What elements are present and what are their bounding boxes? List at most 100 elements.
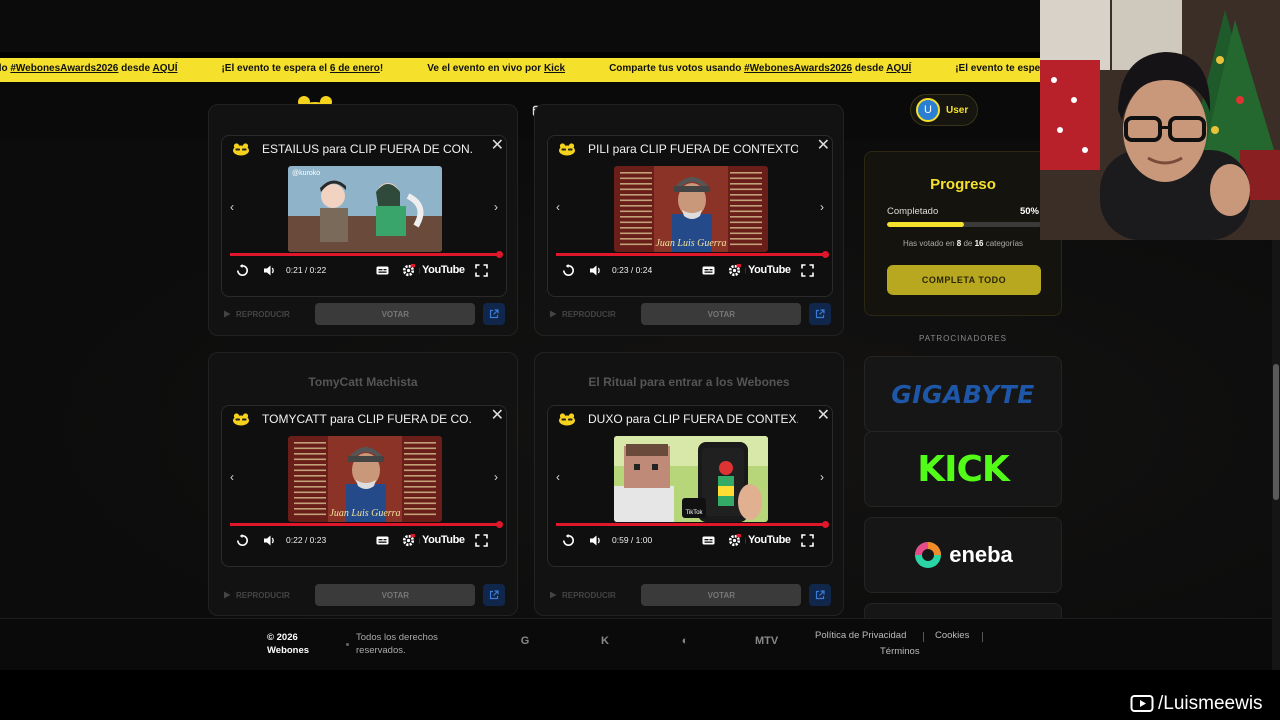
footer-copyright: © 2026 Webones	[267, 632, 310, 656]
play-icon	[550, 591, 557, 599]
replay-button[interactable]	[236, 263, 249, 277]
video-time: 0:59 / 1:00	[612, 535, 653, 545]
fullscreen-button[interactable]	[474, 263, 488, 277]
replay-button[interactable]	[562, 263, 575, 277]
subtitles-button[interactable]	[702, 264, 715, 277]
share-button[interactable]	[809, 303, 831, 325]
next-clip-button[interactable]: ›	[820, 470, 824, 484]
youtube-button[interactable]: YouTube	[419, 534, 475, 547]
next-clip-button[interactable]: ›	[494, 470, 498, 484]
previous-clip-button[interactable]: ‹	[556, 470, 560, 484]
progress-scrubber[interactable]	[496, 251, 503, 258]
video-progress-bar[interactable]	[556, 521, 829, 528]
vote-button[interactable]: VOTAR	[641, 303, 802, 325]
fullscreen-button[interactable]	[800, 263, 814, 277]
share-button[interactable]	[483, 584, 505, 606]
settings-button[interactable]	[402, 533, 415, 547]
footer-partner-icon[interactable]: G	[515, 635, 535, 647]
next-clip-button[interactable]: ›	[820, 200, 824, 214]
clip-player[interactable]: TOMYCATT para CLIP FUERA DE CO... ✕ ‹ Juan …	[221, 405, 507, 567]
sponsor-kick[interactable]: KICK	[864, 431, 1062, 507]
fullscreen-button[interactable]	[474, 533, 488, 547]
footer-partner-icon[interactable]: ◐	[675, 635, 695, 647]
previous-clip-button[interactable]: ‹	[556, 200, 560, 214]
close-player-button[interactable]: ✕	[817, 408, 830, 424]
vote-button[interactable]: VOTAR	[315, 303, 476, 325]
play-button[interactable]: REPRODUCIR	[549, 310, 633, 319]
settings-button[interactable]	[728, 263, 741, 277]
volume-button[interactable]	[263, 264, 276, 277]
clip-player[interactable]: PILI para CLIP FUERA DE CONTEXTO ✕ ‹ Juan L…	[547, 135, 833, 297]
ticker-link[interactable]: AQUÍ	[886, 63, 911, 74]
play-button[interactable]: REPRODUCIR	[223, 591, 307, 600]
video-progress-bar[interactable]	[230, 521, 503, 528]
replay-button[interactable]	[562, 533, 575, 547]
youtube-button[interactable]: YouTube	[745, 264, 801, 277]
fullscreen-button[interactable]	[800, 533, 814, 547]
replay-icon	[237, 263, 248, 276]
fullscreen-icon	[800, 533, 814, 547]
previous-clip-button[interactable]: ‹	[230, 470, 234, 484]
play-label: REPRODUCIR	[562, 309, 616, 319]
nominee-title: El Ritual para entrar a los Webones	[588, 375, 790, 389]
previous-clip-button[interactable]: ‹	[230, 200, 234, 214]
clip-player[interactable]: DUXO para CLIP FUERA DE CONTEX... ✕ ‹ TikTo…	[547, 405, 833, 567]
progress-bar-fill	[887, 222, 964, 227]
close-player-button[interactable]: ✕	[491, 408, 504, 424]
close-player-button[interactable]: ✕	[817, 138, 830, 154]
replay-button[interactable]	[236, 533, 249, 547]
cookies-link[interactable]: Cookies	[935, 630, 969, 641]
close-player-button[interactable]: ✕	[491, 138, 504, 154]
ticker-link[interactable]: #WebonesAwards2026	[744, 63, 852, 74]
video-progress-bar[interactable]	[230, 251, 503, 258]
subtitles-button[interactable]	[376, 264, 389, 277]
volume-button[interactable]	[589, 264, 602, 277]
play-button[interactable]: REPRODUCIR	[549, 591, 633, 600]
progress-scrubber[interactable]	[496, 521, 503, 528]
share-icon	[816, 590, 825, 600]
share-button[interactable]	[809, 584, 831, 606]
next-clip-button[interactable]: ›	[494, 200, 498, 214]
user-menu-button[interactable]: U User	[910, 94, 978, 126]
video-thumbnail[interactable]: @kuroko	[288, 166, 442, 252]
video-progress-bar[interactable]	[556, 251, 829, 258]
scrollbar-thumb[interactable]	[1273, 364, 1279, 500]
terms-link[interactable]: Términos	[880, 646, 920, 657]
sponsor-eneba[interactable]: eneba	[864, 517, 1062, 593]
settings-button[interactable]	[402, 263, 415, 277]
streamer-webcam	[1040, 0, 1280, 240]
video-thumbnail[interactable]: Juan Luis Guerra	[288, 436, 442, 522]
subtitles-button[interactable]	[702, 534, 715, 547]
youtube-button[interactable]: YouTube	[745, 534, 801, 547]
ticker-link[interactable]: Kick	[544, 63, 565, 74]
youtube-wordmark: YouTube	[746, 534, 791, 546]
sponsor-next[interactable]	[864, 603, 1062, 618]
ticker-link[interactable]: AQUÍ	[152, 63, 177, 74]
volume-button[interactable]	[263, 534, 276, 547]
footer-partner-icon[interactable]: MTV	[755, 635, 778, 647]
player-header: ESTAILUS para CLIP FUERA DE CON...	[232, 140, 498, 158]
subtitles-button[interactable]	[376, 534, 389, 547]
play-button[interactable]: REPRODUCIR	[223, 310, 307, 319]
volume-button[interactable]	[589, 534, 602, 547]
youtube-button[interactable]: YouTube	[419, 264, 475, 277]
settings-button[interactable]	[728, 533, 741, 547]
vote-button[interactable]: VOTAR	[641, 584, 802, 606]
complete-all-button[interactable]: COMPLETA TODO	[887, 265, 1041, 295]
player-header: PILI para CLIP FUERA DE CONTEXTO	[558, 140, 824, 158]
vote-button[interactable]: VOTAR	[315, 584, 476, 606]
sponsor-gigabyte[interactable]: GIGABYTE	[864, 356, 1062, 432]
video-thumbnail[interactable]: TikTok	[614, 436, 768, 522]
player-controls: 0:22 / 0:23 YouTube	[236, 532, 494, 548]
progress-scrubber[interactable]	[822, 521, 829, 528]
share-button[interactable]	[483, 303, 505, 325]
footer-partner-icon[interactable]: K	[595, 635, 615, 647]
privacy-link[interactable]: Política de Privacidad	[815, 630, 906, 641]
ticker-link[interactable]: 6 de enero	[330, 63, 380, 74]
progress-scrubber[interactable]	[822, 251, 829, 258]
video-thumbnail[interactable]: Juan Luis Guerra	[614, 166, 768, 252]
ticker-link[interactable]: #WebonesAwards2026	[10, 63, 118, 74]
video-time: 0:23 / 0:24	[612, 265, 653, 275]
footer-dot	[346, 643, 349, 646]
clip-player[interactable]: ESTAILUS para CLIP FUERA DE CON... ✕ ‹ @kur…	[221, 135, 507, 297]
